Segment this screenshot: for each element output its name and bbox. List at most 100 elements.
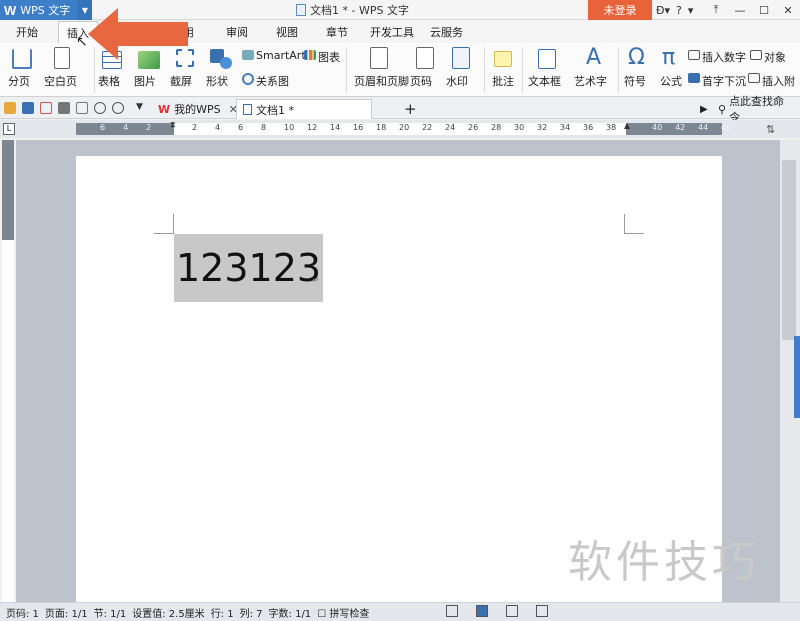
undo-icon[interactable] — [94, 102, 106, 114]
relation-button[interactable]: 关系图 — [256, 73, 289, 89]
horizontal-ruler[interactable]: 6 4 2 2 4 6 8 10 12 14 16 18 20 22 24 26 28 30 32 34 36 38 40 4… — [76, 120, 731, 135]
tab-chapter[interactable]: 章节 — [326, 24, 348, 40]
status-pages[interactable]: 页面: 1/1 — [45, 605, 88, 620]
restore-ribbon-icon[interactable]: ⤒ — [704, 0, 728, 20]
tab-developer[interactable]: 开发工具 — [370, 24, 414, 40]
symbol-button[interactable]: 符号 — [624, 73, 646, 89]
formula-button[interactable]: 公式 — [660, 73, 682, 89]
chart-button[interactable]: 图表 — [318, 49, 340, 65]
ribbon-divider — [346, 47, 347, 93]
page-number-icon[interactable] — [416, 47, 434, 69]
ruler-tick-label: 26 — [468, 123, 479, 132]
document-icon — [296, 4, 306, 16]
maximize-icon[interactable]: ☐ — [752, 0, 776, 20]
object-button[interactable]: 对象 — [764, 49, 786, 65]
ribbon-divider — [618, 47, 619, 93]
redo-icon[interactable] — [112, 102, 124, 114]
login-button[interactable]: 未登录 — [588, 0, 652, 20]
document-canvas: 123123 ↵ 软件技巧 — [16, 140, 780, 602]
scrollbar-thumb[interactable] — [782, 160, 796, 340]
drop-cap-button[interactable]: 首字下沉 — [702, 73, 746, 89]
outline-view-icon[interactable] — [506, 605, 518, 617]
watermark-text: 软件技巧 — [568, 537, 760, 588]
fullscreen-view-icon[interactable] — [446, 605, 458, 617]
omega-icon[interactable]: Ω — [628, 45, 645, 70]
blank-page-icon[interactable] — [54, 47, 70, 69]
chevron-down-icon[interactable]: ▼ — [136, 102, 148, 114]
tab-view[interactable]: 视图 — [276, 24, 298, 40]
save-icon[interactable] — [22, 102, 34, 114]
header-footer-icon[interactable] — [370, 47, 388, 69]
command-search[interactable]: ⚲ 点此查找命令 — [712, 95, 800, 124]
status-bar: 页码: 1 页面: 1/1 节: 1/1 设置值: 2.5厘米 行: 1 列: … — [0, 602, 800, 621]
status-setting[interactable]: 设置值: 2.5厘米 — [132, 605, 204, 620]
shape-button[interactable]: 形状 — [206, 73, 228, 89]
spell-check-toggle[interactable]: ☐ 拼写检查 — [317, 605, 369, 620]
tab-document[interactable]: 文档1 * — [236, 99, 372, 119]
ruler-tick-label: 8 — [261, 123, 267, 132]
insert-attachment-button[interactable]: 插入附 — [762, 73, 795, 89]
page-number-button[interactable]: 页码 — [410, 73, 432, 89]
wordart-icon[interactable]: A — [586, 45, 601, 70]
picture-button[interactable]: 图片 — [134, 73, 156, 89]
wordart-button[interactable]: 艺术字 — [574, 73, 607, 89]
drop-cap-icon — [688, 73, 700, 83]
status-words[interactable]: 字数: 1/1 — [269, 605, 312, 620]
tab-review[interactable]: 审阅 — [226, 24, 248, 40]
status-col[interactable]: 列: 7 — [240, 605, 263, 620]
insert-number-button[interactable]: 插入数字 — [702, 49, 746, 65]
help-icon[interactable]: ? — [676, 4, 682, 17]
tab-stop-selector[interactable]: L — [3, 123, 15, 135]
vertical-ruler[interactable] — [2, 140, 14, 602]
comment-icon[interactable] — [494, 51, 512, 67]
watermark-icon[interactable] — [452, 47, 470, 69]
close-icon[interactable]: ✕ — [776, 0, 800, 20]
blank-page-button[interactable]: 空白页 — [44, 73, 77, 89]
export-pdf-icon[interactable] — [40, 102, 52, 114]
status-row[interactable]: 行: 1 — [211, 605, 234, 620]
comment-button[interactable]: 批注 — [492, 73, 514, 89]
watermark-button[interactable]: 水印 — [446, 73, 468, 89]
pointer-arrow-overlay — [88, 8, 188, 60]
right-indent-marker[interactable]: ▲ — [624, 121, 630, 130]
open-icon[interactable] — [4, 102, 16, 114]
new-tab-button[interactable]: + — [398, 99, 423, 119]
chevron-down-icon[interactable]: ▾ — [688, 4, 694, 17]
ruler-tick-label: 38 — [606, 123, 617, 132]
ruler-tick-label: 4 — [123, 123, 129, 132]
tab-mywps[interactable]: W 我的WPS ✕ — [152, 99, 244, 119]
insert-attachment-icon — [748, 73, 760, 83]
print-preview-icon[interactable] — [76, 102, 88, 114]
skin-icon[interactable]: Ð▾ — [656, 4, 670, 17]
print-icon[interactable] — [58, 102, 70, 114]
textbox-icon[interactable] — [538, 49, 556, 69]
pi-icon[interactable]: π — [662, 45, 675, 70]
page-view-icon[interactable] — [476, 605, 488, 617]
ruler-tick-label: 42 — [675, 123, 686, 132]
table-button[interactable]: 表格 — [98, 73, 120, 89]
page-break-icon[interactable] — [12, 49, 32, 69]
side-panel-tab[interactable] — [794, 336, 800, 418]
wps-w-icon: W — [158, 102, 171, 116]
textbox-button[interactable]: 文本框 — [528, 73, 561, 89]
smartart-button[interactable]: SmartArt — [256, 49, 306, 62]
selected-text[interactable]: 123123 — [174, 234, 324, 302]
ruler-tick-label: 40 — [652, 123, 663, 132]
screenshot-button[interactable]: 截屏 — [170, 73, 192, 89]
tab-start[interactable]: 开始 — [16, 24, 38, 40]
pin-icon[interactable]: ▶ — [694, 99, 714, 119]
minimize-icon[interactable]: — — [728, 0, 752, 20]
app-menu-button[interactable]: W WPS 文字 ▼ — [0, 0, 92, 20]
ruler-tick-label: 4 — [215, 123, 221, 132]
tab-cloud[interactable]: 云服务 — [430, 24, 463, 40]
ruler-tick-label: 2 — [192, 123, 198, 132]
page-break-button[interactable]: 分页 — [8, 73, 30, 89]
insert-number-icon — [688, 50, 700, 60]
status-page-code[interactable]: 页码: 1 — [6, 605, 39, 620]
view-toggle-icon[interactable]: ⇅ — [766, 123, 775, 136]
status-section[interactable]: 节: 1/1 — [94, 605, 127, 620]
header-footer-button[interactable]: 页眉和页脚 — [354, 73, 409, 89]
web-view-icon[interactable] — [536, 605, 548, 617]
margin-corner-top-left — [154, 214, 174, 234]
indent-marker[interactable]: ⧗ — [170, 120, 176, 130]
